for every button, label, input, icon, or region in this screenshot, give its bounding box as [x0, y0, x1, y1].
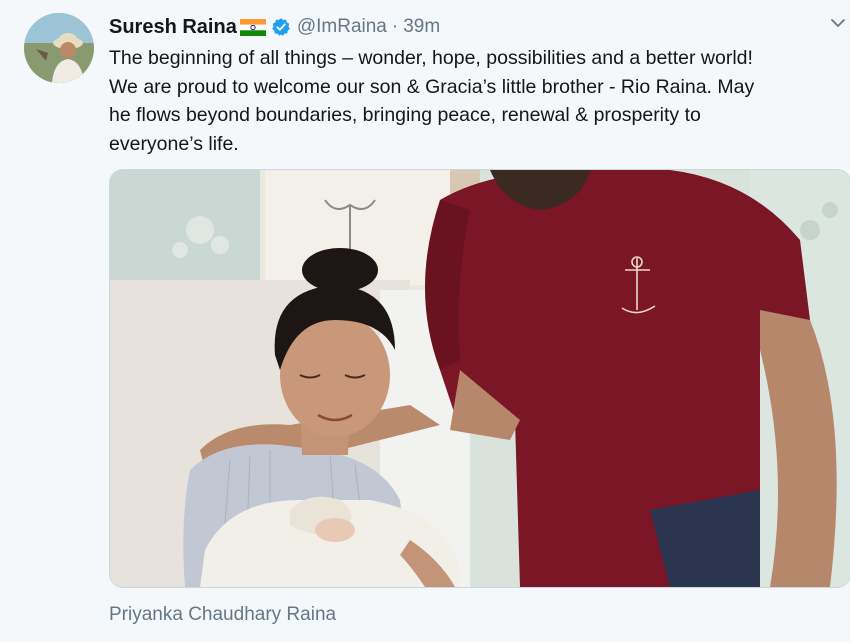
tweet-header: Suresh Raina @ImRaina · 39m [109, 13, 440, 41]
tweet-text-line: We are proud to welcome our son & Gracia… [109, 75, 755, 98]
tweet-card[interactable]: Suresh Raina @ImRaina · 39m The beginnin… [0, 0, 850, 642]
author-avatar[interactable] [24, 13, 94, 83]
tweet-text: The beginning of all things – wonder, ho… [109, 44, 839, 158]
tweet-photo[interactable] [109, 169, 850, 588]
india-flag-icon [239, 18, 266, 36]
verified-badge-icon [272, 18, 290, 36]
tweet-text-line: he flows beyond boundaries, bringing pea… [109, 104, 701, 126]
photo-tag-caption[interactable]: Priyanka Chaudhary Raina [109, 604, 336, 626]
author-name[interactable]: Suresh Raina [109, 16, 237, 39]
separator-dot: · [391, 16, 399, 37]
chevron-down-icon[interactable] [829, 14, 847, 32]
tweet-text-line: The beginning of all things – wonder, ho… [109, 47, 753, 69]
tweet-timestamp[interactable]: 39m [403, 16, 440, 38]
tweet-text-line: everyone’s life. [109, 132, 239, 155]
author-handle[interactable]: @ImRaina [297, 16, 387, 38]
